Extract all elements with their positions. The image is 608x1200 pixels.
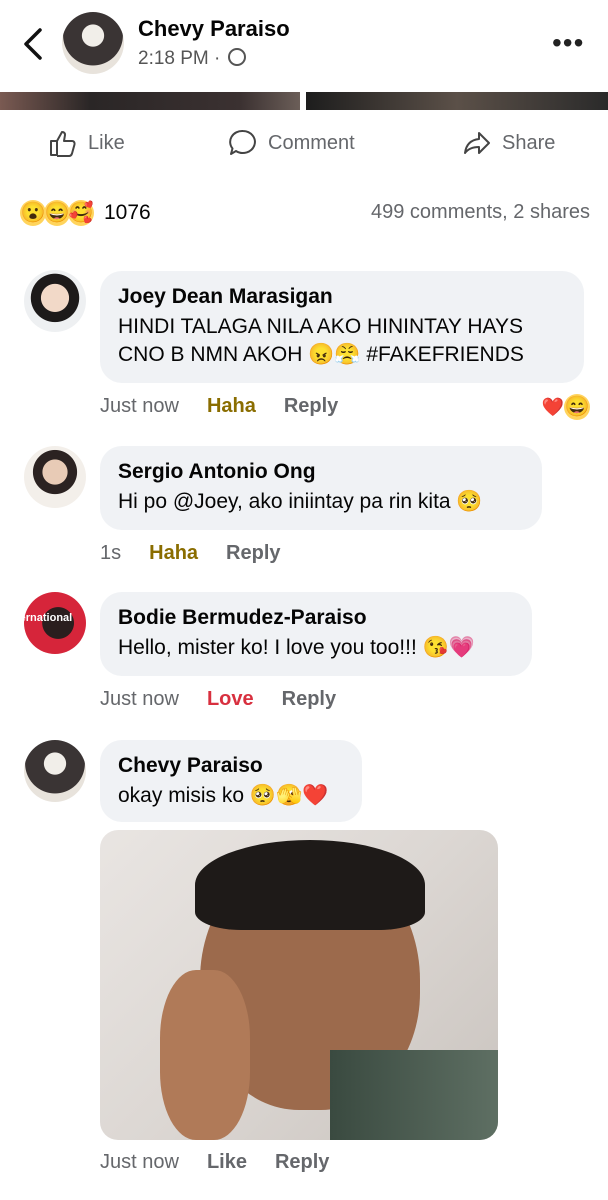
comment-button[interactable]: Comment [228, 128, 355, 158]
commenter-name[interactable]: Bodie Bermudez-Paraiso [118, 606, 514, 630]
post-image-left[interactable] [0, 92, 300, 110]
love-reaction-icon: ❤️ [540, 394, 566, 420]
haha-emoji-icon: 😄 [44, 200, 70, 226]
comment-bubble: Bodie Bermudez-Paraiso Hello, mister ko!… [100, 592, 532, 676]
haha-reaction-icon: 😄 [564, 394, 590, 420]
share-button[interactable]: Share [462, 128, 555, 158]
comment-meta: Just now Love Reply [100, 688, 336, 711]
comment-meta: Just now Like Reply [100, 1151, 329, 1174]
reaction-emoji-stack: 😮 😄 🥰 [20, 200, 96, 228]
photo-hand-shape [160, 970, 250, 1140]
commenter-avatar[interactable] [24, 446, 86, 508]
wow-emoji-icon: 😮 [20, 200, 46, 226]
share-arrow-icon [464, 132, 490, 154]
comment-bubble: Chevy Paraiso okay misis ko 🥺🫣❤️ [100, 740, 362, 822]
reactions-summary[interactable]: 😮 😄 🥰 1076 499 comments, 2 shares [20, 198, 590, 230]
reply-button[interactable]: Reply [284, 395, 338, 418]
comment-time: Just now [100, 1151, 179, 1173]
comment-text: okay misis ko 🥺🫣❤️ [118, 784, 329, 807]
reply-button[interactable]: Reply [282, 688, 336, 711]
post-time-text: 2:18 PM · [138, 48, 221, 69]
photo-shirt-shape [330, 1050, 498, 1140]
commenter-name[interactable]: Chevy Paraiso [118, 754, 344, 778]
reply-button[interactable]: Reply [226, 542, 280, 565]
commenter-avatar[interactable]: ternational [24, 592, 86, 654]
globe-icon [227, 48, 246, 66]
comment-label: Comment [268, 131, 355, 154]
comment-text: CNO B NMN AKOH 😠😤 #FAKEFRIENDS [118, 343, 524, 366]
commenter-avatar[interactable] [24, 270, 86, 332]
share-label: Share [502, 131, 556, 154]
comment-bubble: Joey Dean Marasigan HINDI TALAGA NILA AK… [100, 271, 584, 383]
comment-text: HINDI TALAGA NILA AKO HININTAY HAYS [118, 315, 523, 338]
like-button[interactable]: Like [48, 128, 125, 158]
comment-text: Hello, mister ko! I love you too!!! 😘💗 [118, 636, 475, 659]
comment-meta: Just now Haha Reply [100, 395, 338, 418]
comment-bubble-icon [229, 129, 256, 155]
care-emoji-icon: 🥰 [68, 200, 94, 226]
author-avatar[interactable] [62, 12, 124, 74]
react-button[interactable]: Haha [149, 542, 198, 565]
back-arrow-icon[interactable] [18, 26, 48, 62]
comment-meta: 1s Haha Reply [100, 542, 281, 565]
react-button[interactable]: Haha [207, 395, 256, 418]
react-button[interactable]: Love [207, 688, 254, 711]
photo-hair-shape [195, 840, 425, 930]
author-name[interactable]: Chevy Paraiso [138, 16, 290, 42]
commenter-name[interactable]: Sergio Antonio Ong [118, 460, 524, 484]
comment-bubble: Sergio Antonio Ong Hi po @Joey, ako inii… [100, 446, 542, 530]
like-label: Like [88, 131, 125, 154]
comment-text: Hi po @Joey, ako iniintay pa rin kita 🥺 [118, 490, 483, 513]
commenter-avatar[interactable] [24, 740, 86, 802]
post-image-right[interactable] [306, 92, 608, 110]
reply-button[interactable]: Reply [275, 1151, 329, 1174]
avatar-overlay-text: ternational [24, 612, 73, 624]
react-button[interactable]: Like [207, 1151, 247, 1174]
post-header: Chevy Paraiso 2:18 PM · ••• [0, 0, 608, 92]
comment-time: Just now [100, 688, 179, 710]
commenter-name[interactable]: Joey Dean Marasigan [118, 285, 566, 309]
post-time: 2:18 PM · [138, 48, 246, 70]
reaction-count: 1076 [104, 201, 151, 224]
thumbs-up-icon [50, 131, 76, 157]
comments-shares-count[interactable]: 499 comments, 2 shares [371, 201, 590, 224]
comment-photo[interactable] [100, 830, 498, 1140]
post-actions: Like Comment Share [0, 128, 608, 164]
more-options-icon[interactable]: ••• [552, 29, 584, 57]
comment-time: 1s [100, 542, 122, 564]
comment-time: Just now [100, 395, 179, 417]
comment-reactions[interactable]: ❤️ 😄 [540, 394, 592, 420]
